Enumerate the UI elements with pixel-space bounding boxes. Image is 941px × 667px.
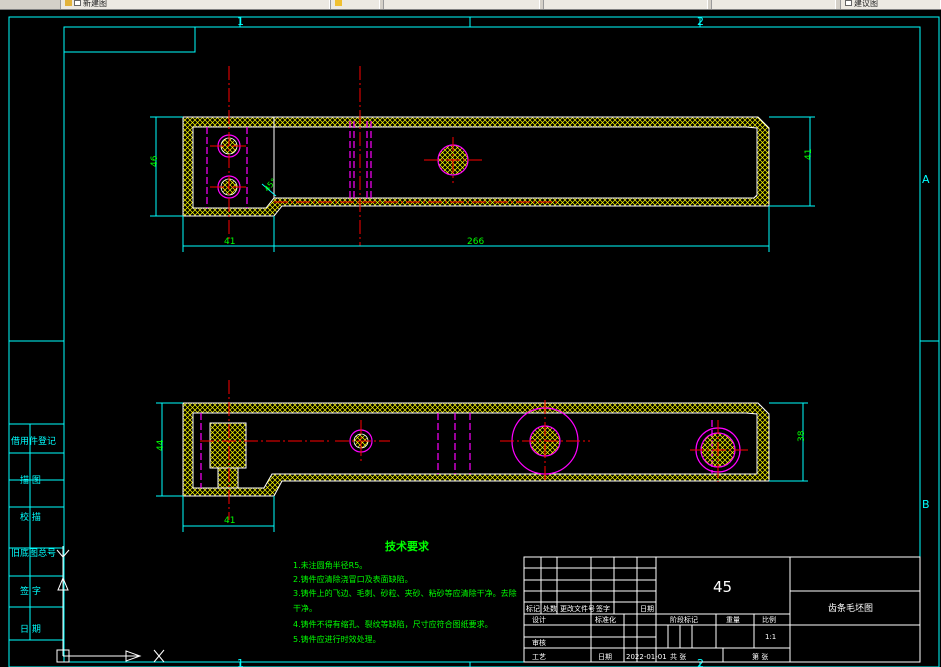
tech-requirement-line-1: 1.未注圆角半径R5。 — [293, 560, 367, 570]
corner-code-box — [63, 26, 196, 53]
document-tab-4[interactable] — [711, 0, 836, 9]
side-label-tracing: 描 图 — [20, 474, 41, 486]
layer-tool-tab[interactable] — [330, 0, 380, 9]
top-view-hatched-outline — [182, 116, 770, 217]
zone-letter-right-b: B — [922, 498, 930, 511]
title-block-date-value: 2022-01-01 — [626, 653, 667, 661]
document-tab-2[interactable] — [383, 0, 540, 9]
front-view-dim-height-right: 38 — [797, 430, 807, 442]
title-block-date-label: 日期 — [598, 653, 612, 661]
title-block-design-label: 设计 — [532, 615, 546, 624]
top-view-chamfer-label: 45° — [262, 177, 278, 194]
drawing-canvas[interactable]: 1 2 1 2 A B 借用件登记 描 图 校 描 旧底图总号 签 字 日 期 … — [0, 9, 941, 667]
front-view-dim-height-left: 44 — [156, 439, 166, 451]
top-view: 41 266 46 41 45° — [150, 66, 815, 252]
title-block-change-doc-label: 更改文件号 — [560, 604, 595, 613]
top-view-center-lines — [210, 66, 560, 246]
layer-icon — [335, 0, 342, 6]
title-block-process-label: 工艺 — [532, 653, 546, 661]
outer-frame-border — [8, 16, 940, 667]
front-view-dim-length-left: 41 — [224, 516, 235, 526]
document-icon — [845, 0, 852, 6]
title-block-count-label: 处数 — [543, 604, 557, 613]
tech-requirement-line-6: 5.铸件应进行时效处理。 — [293, 634, 381, 644]
side-approval-column: 借用件登记 描 图 校 描 旧底图总号 签 字 日 期 — [9, 423, 64, 641]
zone-number-top-2: 2 — [697, 15, 704, 28]
top-view-dim-length-total: 266 — [467, 237, 484, 247]
side-label-old-drawing-no: 旧底图总号 — [11, 547, 56, 559]
front-view-dimension-lines — [156, 402, 808, 532]
cad-application-window: 新建图 建议图 1 2 1 2 A B 借用件登记 描 图 校 描 旧底图总号 … — [0, 0, 941, 667]
top-view-holes — [217, 134, 469, 199]
front-view-center-lines — [200, 380, 748, 520]
document-icon — [74, 0, 81, 6]
document-tab-5[interactable]: 建议图 — [840, 0, 941, 9]
tech-requirements-title: 技术要求 — [385, 539, 430, 553]
top-view-dim-length-left: 41 — [224, 237, 235, 247]
front-view: 41 44 38 — [156, 380, 808, 532]
title-block-sign-label: 签字 — [596, 604, 610, 613]
title-block-sheet-total-label: 共 张 — [670, 652, 686, 661]
title-block-weight-label: 重量 — [726, 616, 740, 624]
front-view-hatched-outline — [182, 402, 770, 497]
tech-requirement-line-4: 干净。 — [293, 603, 317, 613]
ucs-icon — [56, 546, 165, 663]
zone-number-bottom-1: 1 — [237, 657, 244, 667]
tech-requirement-line-5: 4.铸件不得有缩孔、裂纹等缺陷，尺寸应符合图纸要求。 — [293, 619, 493, 629]
side-label-signature: 签 字 — [20, 585, 41, 597]
document-tab-label: 新建图 — [83, 0, 107, 8]
top-view-dimension-lines — [150, 116, 815, 252]
top-view-dim-height-left: 46 — [150, 155, 160, 167]
front-view-boss — [209, 422, 247, 469]
side-label-proof-tracing: 校 描 — [20, 511, 41, 523]
document-tab-3[interactable] — [543, 0, 708, 9]
document-tab-active[interactable]: 新建图 — [60, 0, 330, 9]
side-label-borrowed-parts: 借用件登记 — [11, 435, 56, 447]
title-block-review-label: 审核 — [532, 638, 546, 647]
title-block-mark-label: 标记 — [526, 604, 540, 613]
title-block-scale-value: 1:1 — [765, 633, 776, 641]
title-block-sheet-no-label: 第 张 — [752, 652, 768, 661]
title-block-scale-label: 比例 — [762, 615, 776, 624]
drawing-frame — [8, 16, 940, 667]
zone-number-top-1: 1 — [237, 15, 244, 28]
title-block-part-name: 齿条毛坯图 — [828, 602, 873, 614]
technical-requirements-block: 技术要求 1.未注圆角半径R5。 2.铸件应清除浇冒口及表面缺陷。 3.铸件上的… — [293, 539, 517, 644]
title-block-date-col-label: 日期 — [640, 605, 654, 613]
folder-icon — [65, 0, 72, 6]
tech-requirement-line-2: 2.铸件应清除浇冒口及表面缺陷。 — [293, 574, 413, 584]
title-block-stage-mark-label: 阶段标记 — [670, 615, 698, 624]
title-block-standardization-label: 标准化 — [595, 615, 616, 624]
side-label-date: 日 期 — [20, 624, 41, 635]
zone-letter-right-a: A — [922, 173, 930, 186]
tech-requirement-line-3: 3.铸件上的飞边、毛刺、砂粒、夹砂、粘砂等应清除干净。去除 — [293, 588, 517, 598]
title-block-material: 45 — [713, 578, 732, 596]
top-view-dim-height-right: 41 — [804, 149, 814, 160]
title-block: 标记 处数 更改文件号 签字 日期 设计 标准化 审核 工艺 日期 2022-0… — [523, 556, 921, 663]
